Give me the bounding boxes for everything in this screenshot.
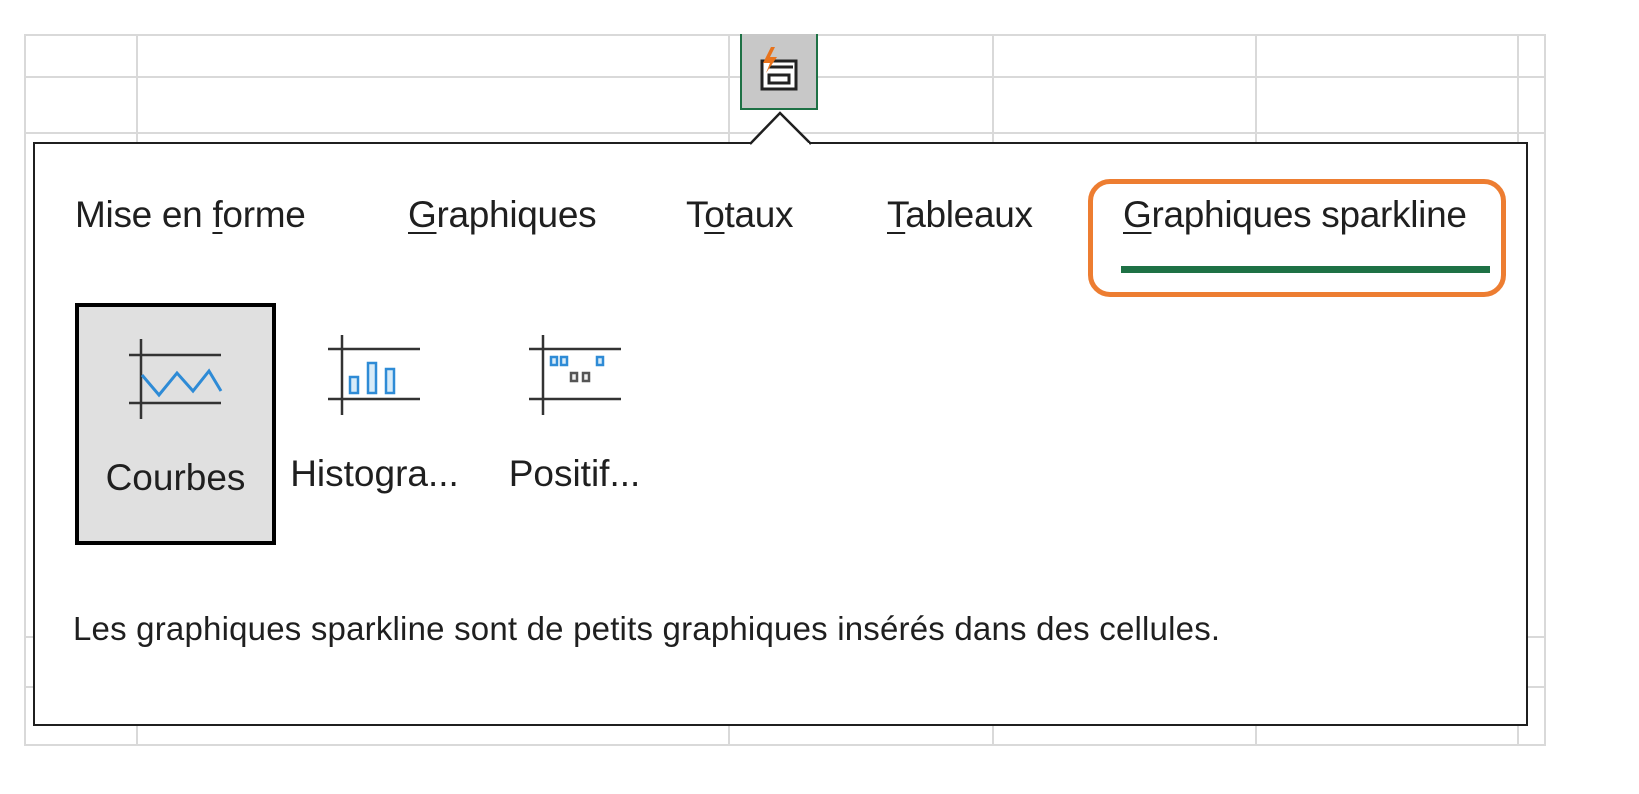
sparkline-column-icon (328, 335, 420, 415)
option-label: Histogra... (290, 453, 459, 494)
option-positif-negatif[interactable]: Positif... (473, 303, 676, 545)
panel-pointer (750, 111, 812, 145)
quick-analysis-icon (760, 47, 798, 91)
tab-graphiques[interactable]: Graphiques (408, 194, 597, 236)
option-courbes[interactable]: Courbes (75, 303, 276, 545)
annotation-highlight-box (1088, 179, 1506, 297)
option-label: Positif... (508, 453, 641, 494)
panel-description: Les graphiques sparkline sont de petits … (73, 610, 1221, 647)
sparkline-line-icon (129, 339, 223, 419)
tab-tableaux[interactable]: Tableaux (887, 194, 1033, 236)
tab-totaux[interactable]: Totaux (686, 194, 794, 236)
option-histogramme[interactable]: Histogra... (276, 303, 473, 545)
option-label: Courbes (105, 457, 246, 498)
sparkline-win-loss-icon (529, 335, 621, 415)
tab-mise-en-forme[interactable]: Mise en forme (75, 194, 306, 236)
quick-analysis-button[interactable] (740, 34, 818, 110)
